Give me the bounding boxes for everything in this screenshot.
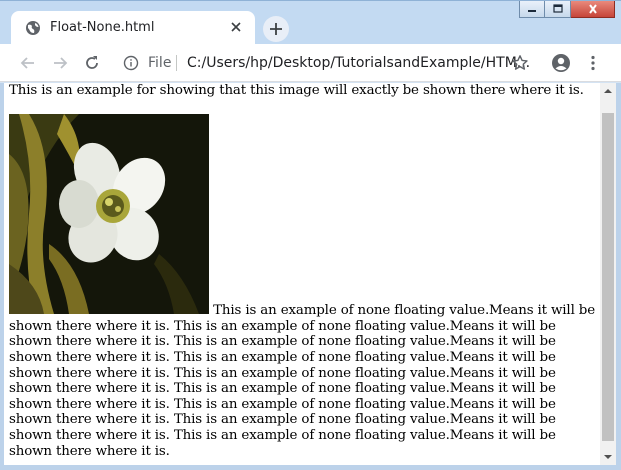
star-icon[interactable]	[511, 54, 529, 72]
new-tab-button[interactable]	[263, 16, 289, 42]
minimize-button[interactable]	[519, 1, 545, 18]
body-text: This is an example of none floating valu…	[9, 303, 596, 459]
window-frame-right	[616, 83, 621, 470]
title-bar: Float-None.html	[0, 0, 621, 45]
body-paragraph: This is an example of none floating valu…	[9, 114, 599, 459]
window-controls	[519, 1, 615, 19]
close-icon[interactable]	[227, 18, 245, 36]
page-content: This is an example for showing that this…	[9, 83, 599, 459]
account-icon[interactable]	[551, 53, 571, 73]
browser-toolbar: File C:/Users/hp/Desktop/TutorialsandExa…	[0, 44, 621, 82]
tab-title: Float-None.html	[50, 20, 155, 35]
tab-float-none[interactable]: Float-None.html	[11, 11, 255, 45]
page-viewport: This is an example for showing that this…	[4, 83, 600, 465]
lead-paragraph: This is an example for showing that this…	[9, 83, 584, 98]
scroll-down-arrow-icon[interactable]	[604, 455, 612, 459]
close-window-button[interactable]	[571, 1, 615, 18]
more-vert-icon[interactable]	[584, 54, 602, 72]
window-frame-bottom	[0, 465, 621, 470]
arrow-left-icon[interactable]	[19, 54, 37, 72]
plus-icon	[270, 23, 282, 35]
info-icon[interactable]	[123, 55, 139, 71]
maximize-icon	[552, 4, 563, 13]
maximize-button[interactable]	[545, 1, 571, 18]
scroll-up-arrow-icon[interactable]	[604, 89, 612, 93]
omnibox-divider	[176, 55, 177, 71]
globe-icon	[26, 21, 40, 35]
reload-icon[interactable]	[83, 54, 101, 72]
vertical-scrollbar[interactable]	[600, 83, 616, 465]
arrow-right-icon[interactable]	[51, 54, 69, 72]
scheme-label: File	[148, 55, 172, 71]
scrollbar-thumb[interactable]	[602, 113, 614, 441]
url-text[interactable]: C:/Users/hp/Desktop/TutorialsandExample/…	[187, 55, 530, 71]
flower-image	[9, 114, 209, 315]
close-icon	[588, 4, 597, 14]
address-bar[interactable]: File C:/Users/hp/Desktop/TutorialsandExa…	[112, 49, 542, 77]
minimize-icon	[528, 10, 536, 12]
